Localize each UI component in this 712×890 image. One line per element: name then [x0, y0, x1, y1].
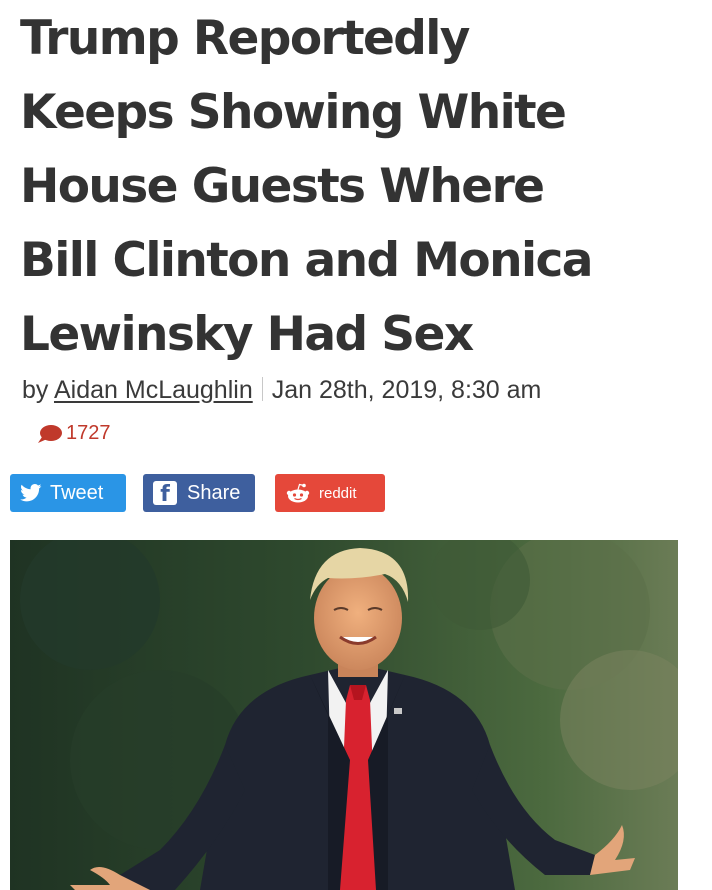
article-headline: Trump Reportedly Keeps Showing White Hou…: [20, 2, 700, 372]
comment-bubble-icon: [38, 424, 62, 443]
article-photo: [10, 540, 678, 890]
reddit-label: reddit: [319, 484, 357, 502]
author-link[interactable]: Aidan McLaughlin: [54, 376, 253, 404]
comment-count-value: 1727: [66, 422, 111, 444]
photo-illustration: [10, 540, 678, 890]
facebook-share-button[interactable]: f Share: [143, 474, 255, 512]
headline-line: Trump Reportedly: [20, 11, 470, 66]
share-label: Share: [187, 481, 241, 504]
byline: by Aidan McLaughlin Jan 28th, 2019, 8:30 …: [22, 376, 541, 405]
byline-divider: [261, 377, 263, 401]
publish-date: Jan 28th, 2019, 8:30 am: [271, 376, 542, 404]
comment-count[interactable]: 1727: [38, 422, 111, 445]
headline-line: Bill Clinton and Monica: [20, 233, 593, 288]
byline-prefix: by: [22, 376, 49, 404]
headline-line: Keeps Showing White: [20, 85, 567, 140]
reddit-alien-icon: [286, 483, 310, 503]
facebook-f-icon: f: [153, 481, 177, 507]
headline-line: Lewinsky Had Sex: [20, 307, 474, 362]
reddit-button[interactable]: reddit: [275, 474, 385, 512]
tweet-button[interactable]: Tweet: [10, 474, 126, 512]
twitter-bird-icon: [20, 484, 42, 502]
headline-line: House Guests Where: [20, 159, 545, 214]
tweet-label: Tweet: [50, 481, 104, 504]
